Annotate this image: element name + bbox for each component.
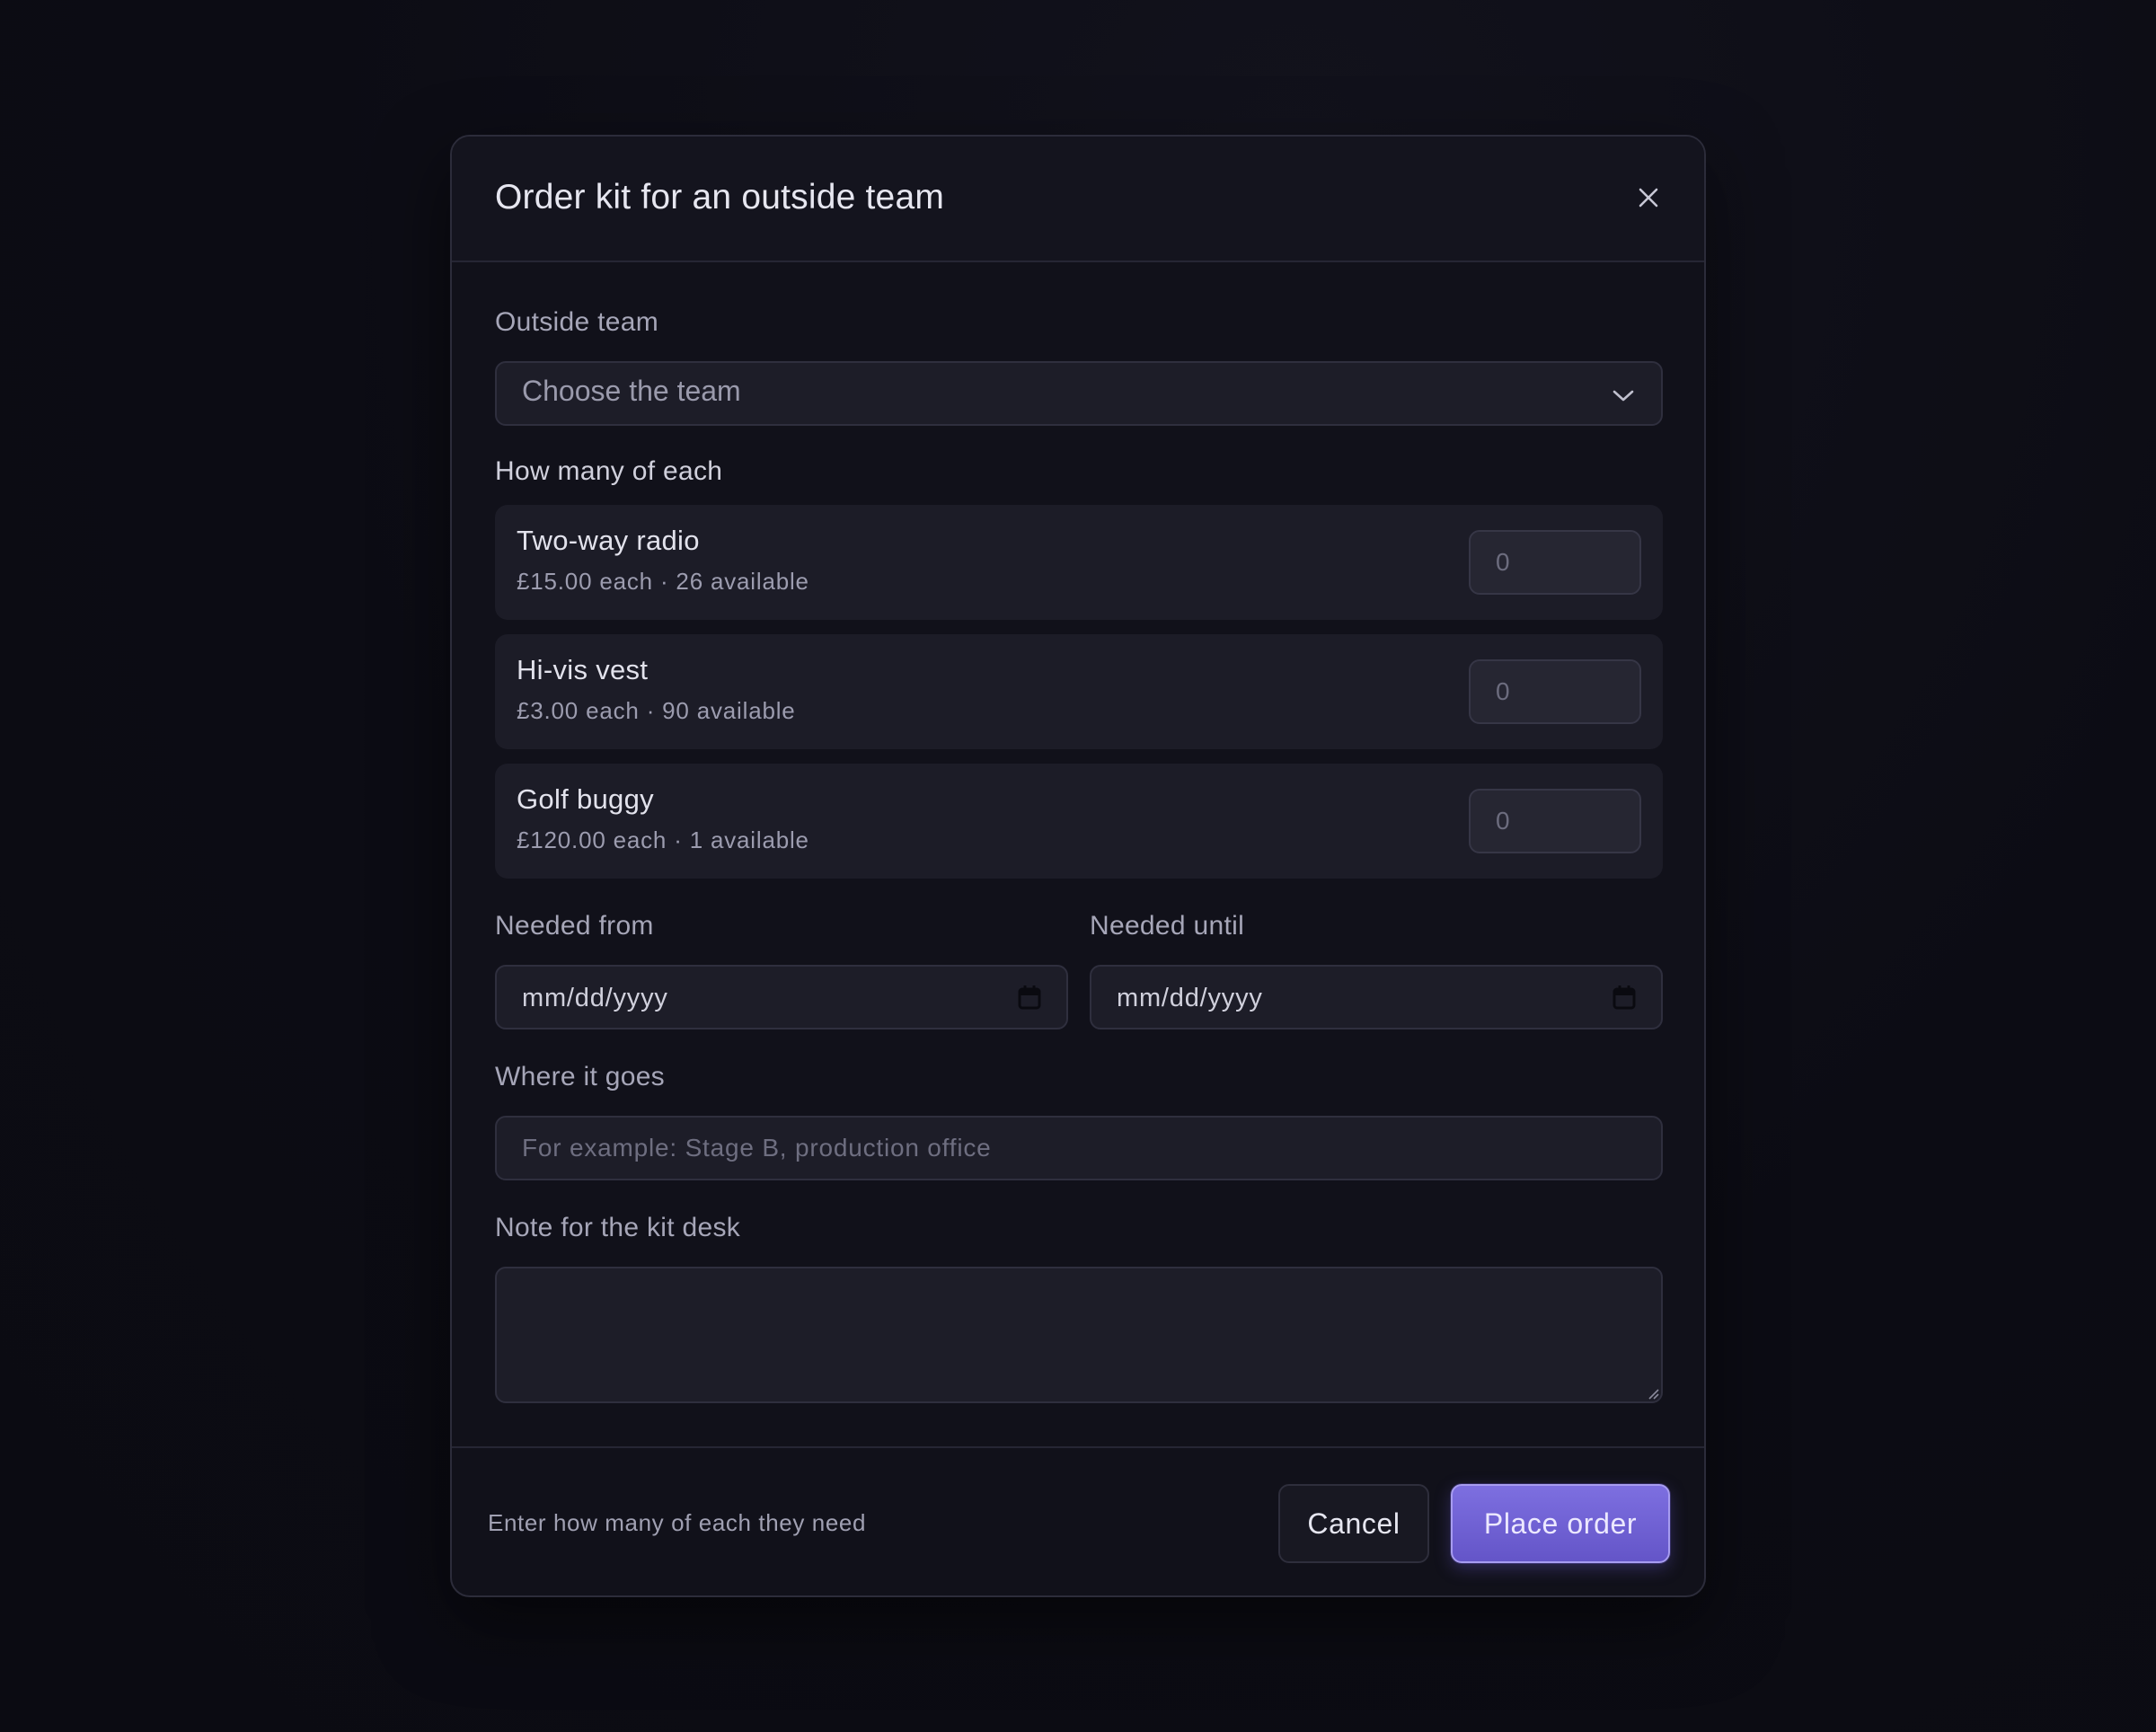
calendar-icon[interactable] xyxy=(1613,985,1636,1010)
item-name: Golf buggy xyxy=(517,783,654,815)
outside-team-placeholder: Choose the team xyxy=(522,375,741,407)
chevron-down-icon xyxy=(1613,390,1634,402)
order-kit-dialog: Order kit for an outside team Outside te… xyxy=(450,135,1706,1597)
needed-from-value: mm/dd/yyyy xyxy=(522,984,668,1012)
item-name: Two-way radio xyxy=(517,525,700,556)
dialog-title: Order kit for an outside team xyxy=(495,178,945,216)
close-button[interactable] xyxy=(1630,180,1666,216)
quantity-input-golf-buggy[interactable] xyxy=(1469,789,1641,853)
footer-hint: Enter how many of each they need xyxy=(488,1509,867,1536)
needed-until-date-input[interactable]: mm/dd/yyyy xyxy=(1090,965,1663,1029)
item-row-golf-buggy: Golf buggy £120.00 each · 1 available xyxy=(495,764,1663,879)
dialog-footer: Enter how many of each they need Cancel … xyxy=(452,1446,1704,1599)
resize-grip-icon[interactable] xyxy=(1647,1387,1659,1400)
place-order-button[interactable]: Place order xyxy=(1451,1484,1670,1563)
item-row-hi-vis-vest: Hi-vis vest £3.00 each · 90 available xyxy=(495,634,1663,749)
close-icon xyxy=(1639,188,1658,208)
where-it-goes-label: Where it goes xyxy=(495,1062,665,1091)
item-meta: £3.00 each · 90 available xyxy=(517,697,796,724)
outside-team-label: Outside team xyxy=(495,307,659,337)
outside-team-select[interactable]: Choose the team xyxy=(495,361,1663,426)
item-meta: £15.00 each · 26 available xyxy=(517,568,809,595)
location-input[interactable] xyxy=(495,1116,1663,1180)
calendar-icon[interactable] xyxy=(1018,985,1041,1010)
needed-from-label: Needed from xyxy=(495,911,654,941)
note-label: Note for the kit desk xyxy=(495,1213,741,1242)
note-textarea[interactable] xyxy=(495,1267,1663,1403)
item-row-two-way-radio: Two-way radio £15.00 each · 26 available xyxy=(495,505,1663,620)
quantity-input-hi-vis-vest[interactable] xyxy=(1469,659,1641,724)
items-section-label: How many of each xyxy=(495,456,723,486)
dialog-header: Order kit for an outside team xyxy=(452,137,1704,262)
needed-from-date-input[interactable]: mm/dd/yyyy xyxy=(495,965,1068,1029)
needed-until-label: Needed until xyxy=(1090,911,1245,941)
cancel-button[interactable]: Cancel xyxy=(1278,1484,1429,1563)
item-meta: £120.00 each · 1 available xyxy=(517,826,809,853)
quantity-input-two-way-radio[interactable] xyxy=(1469,530,1641,595)
item-name: Hi-vis vest xyxy=(517,654,649,685)
needed-until-value: mm/dd/yyyy xyxy=(1117,984,1263,1012)
